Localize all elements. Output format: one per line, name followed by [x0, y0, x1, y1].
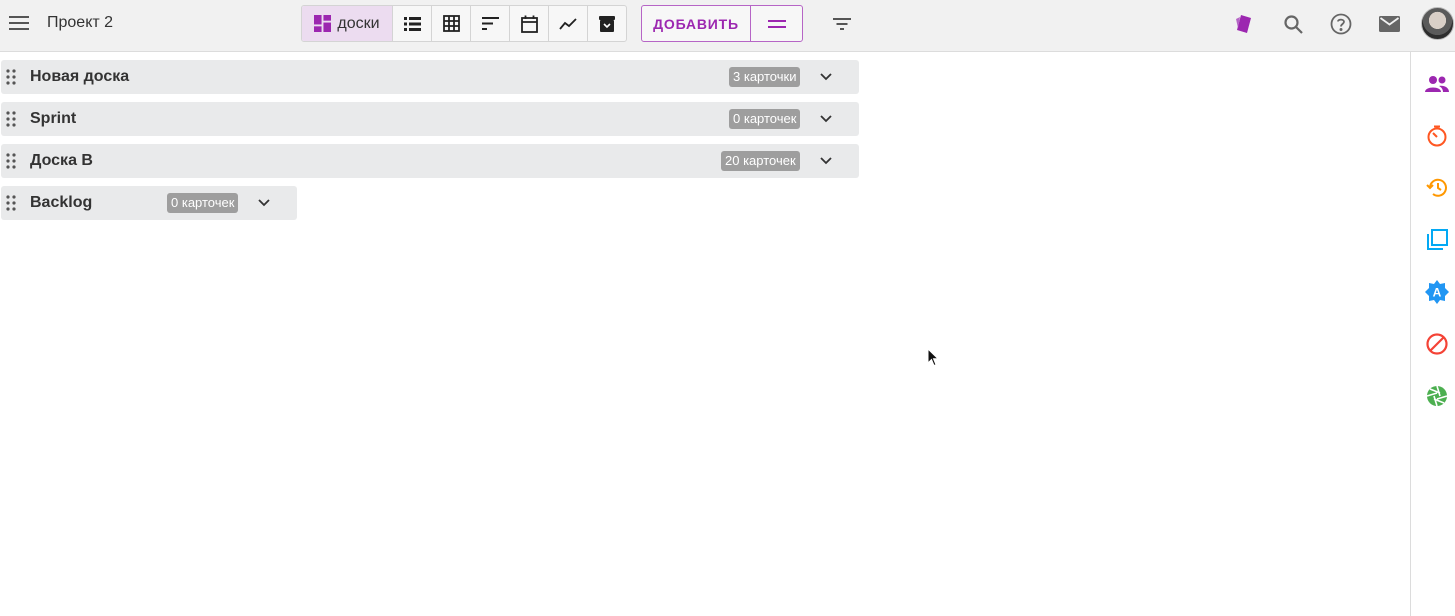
top-bar: Проект 2 доски ДОБАВИТЬ [0, 0, 1455, 52]
people-icon[interactable] [1424, 71, 1450, 97]
search-icon[interactable] [1280, 11, 1306, 37]
drag-handle-icon[interactable] [5, 69, 17, 85]
aperture-icon[interactable] [1424, 383, 1450, 409]
chevron-down-icon[interactable] [816, 67, 836, 87]
add-options-button[interactable] [750, 6, 802, 41]
card-count-badge: 20 карточек [721, 151, 800, 171]
timer-icon[interactable] [1424, 123, 1450, 149]
menu-icon[interactable] [7, 11, 31, 35]
add-button-group: ДОБАВИТЬ [641, 5, 803, 42]
chevron-down-icon[interactable] [254, 193, 274, 213]
layers-icon[interactable] [1424, 227, 1450, 253]
chevron-down-icon[interactable] [816, 109, 836, 129]
mail-icon[interactable] [1376, 11, 1402, 37]
history-icon[interactable] [1424, 175, 1450, 201]
boards-view-button[interactable]: доски [302, 6, 392, 41]
cards-icon[interactable] [1231, 11, 1257, 37]
board-row[interactable]: Backlog 0 карточек [1, 186, 297, 220]
calendar-view-button[interactable] [509, 6, 548, 41]
equals-icon [767, 19, 786, 28]
board-row[interactable]: Доска B 20 карточек [1, 144, 859, 178]
badge-a-icon[interactable]: A [1424, 279, 1450, 305]
filter-icon[interactable] [830, 12, 854, 36]
drag-handle-icon[interactable] [5, 153, 17, 169]
block-icon[interactable] [1424, 331, 1450, 357]
project-title: Проект 2 [47, 14, 114, 31]
calendar-icon [520, 15, 538, 33]
card-count-badge: 0 карточек [167, 193, 239, 213]
list-icon [403, 16, 421, 31]
trend-icon [559, 17, 577, 30]
chart-view-button[interactable] [548, 6, 587, 41]
card-count-badge: 3 карточки [729, 67, 801, 87]
dashboard-icon [314, 15, 332, 32]
board-name[interactable]: Backlog [30, 194, 92, 212]
archive-icon [599, 15, 615, 32]
boards-view-label: доски [337, 14, 380, 32]
grid-icon [442, 15, 460, 32]
board-name[interactable]: Новая доска [30, 68, 129, 86]
list-view-button[interactable] [392, 6, 431, 41]
board-row[interactable]: Sprint 0 карточек [1, 102, 859, 136]
sort-view-button[interactable] [470, 6, 509, 41]
view-switcher: доски [301, 5, 627, 42]
board-name[interactable]: Sprint [30, 110, 76, 128]
avatar[interactable] [1421, 7, 1454, 40]
right-sidebar: A [1410, 52, 1455, 616]
board-row[interactable]: Новая доска 3 карточки [1, 60, 859, 94]
add-button[interactable]: ДОБАВИТЬ [642, 6, 750, 41]
chevron-down-icon[interactable] [816, 151, 836, 171]
card-count-badge: 0 карточек [729, 109, 801, 129]
drag-handle-icon[interactable] [5, 111, 17, 127]
svg-text:A: A [1433, 286, 1442, 300]
mouse-cursor-icon [927, 348, 939, 367]
drag-handle-icon[interactable] [5, 195, 17, 211]
help-icon[interactable] [1328, 11, 1354, 37]
archive-view-button[interactable] [587, 6, 626, 41]
board-name[interactable]: Доска B [30, 152, 93, 170]
sort-icon [481, 17, 499, 30]
table-view-button[interactable] [431, 6, 470, 41]
